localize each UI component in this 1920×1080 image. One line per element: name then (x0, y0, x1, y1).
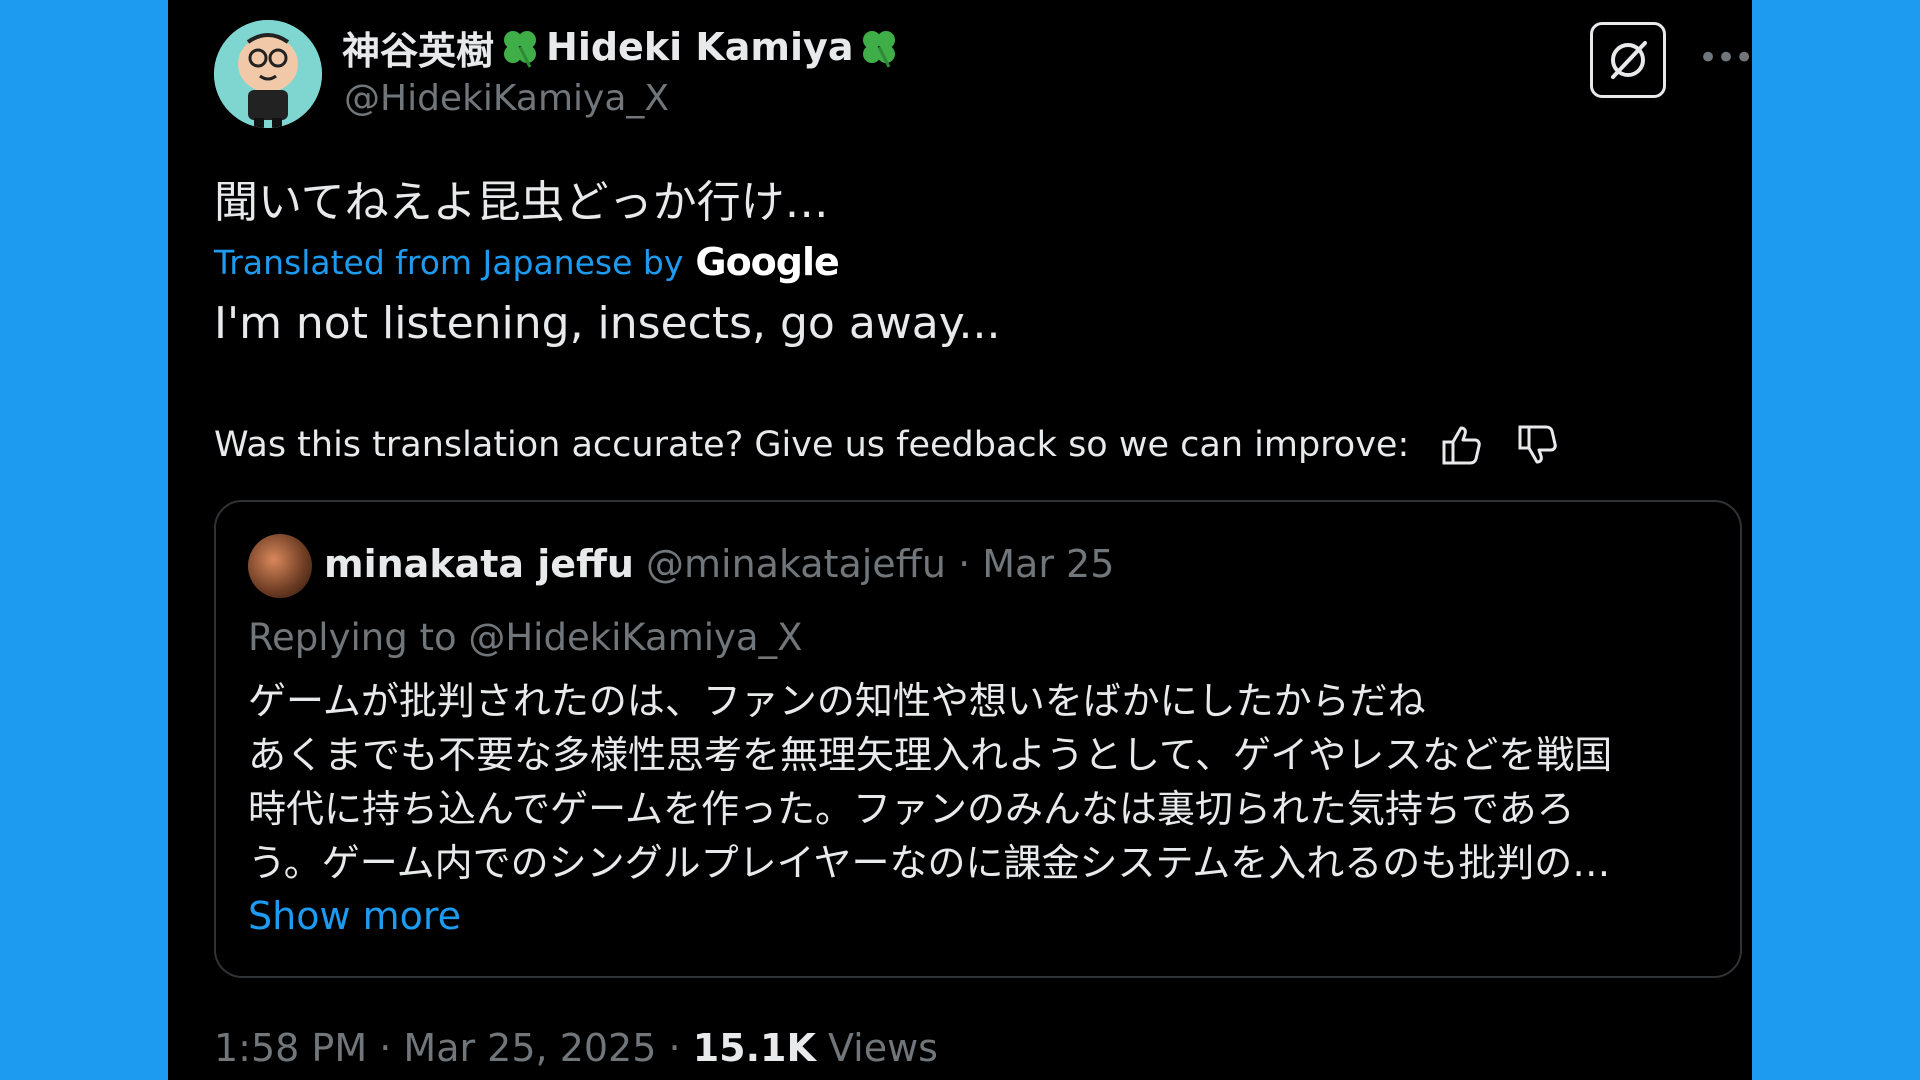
views-count: 15.1K (692, 1026, 816, 1070)
quote-body: ゲームが批判されたのは、ファンの知性や想いをばかにしたからだね あくまでも不要な… (248, 674, 1718, 890)
quote-body-line: 時代に持ち込んでゲームを作った。ファンのみんなは裏切られた気持ちであろ (248, 787, 1575, 831)
author-avatar[interactable] (214, 20, 322, 128)
quoted-tweet-card[interactable]: minakata jeffu @minakatajeffu · Mar 25 R… (214, 500, 1742, 978)
google-logo: Google (695, 240, 839, 284)
quote-body-line: あくまでも不要な多様性思考を無理矢理入れようとして、ゲイやレスなどを戦国 (248, 733, 1613, 777)
quote-date[interactable]: Mar 25 (982, 542, 1114, 586)
quote-header: minakata jeffu @minakatajeffu · Mar 25 (324, 542, 1114, 586)
grok-icon (1611, 41, 1647, 79)
author-name-latin: Hideki Kamiya (546, 25, 854, 69)
grok-button[interactable] (1590, 22, 1666, 98)
quote-body-line: う。ゲーム内でのシングルプレイヤーなのに課金システムを入れるのも批判の… (248, 841, 1611, 885)
show-more-link[interactable]: Show more (248, 894, 461, 938)
quote-author-handle[interactable]: @minakatajeffu (646, 542, 946, 586)
thumbs-down-icon[interactable] (1515, 422, 1561, 468)
author-name-japanese: 神谷英樹 (342, 28, 495, 73)
more-icon: ••• (1698, 38, 1754, 78)
translation-feedback: Was this translation accurate? Give us f… (214, 422, 1561, 468)
quote-replying-to[interactable]: Replying to @HidekiKamiya_X (248, 616, 802, 659)
thumbs-up-icon[interactable] (1439, 422, 1485, 468)
footer-separator: · (379, 1026, 392, 1070)
tweet-translation: I'm not listening, insects, go away... (214, 298, 1001, 349)
quote-author-avatar[interactable] (248, 534, 312, 598)
footer-separator: · (668, 1026, 681, 1070)
translated-from-label[interactable]: Translated from Japanese by (214, 243, 683, 282)
feedback-prompt: Was this translation accurate? Give us f… (214, 425, 1410, 465)
translation-attribution: Translated from Japanese by Google (214, 240, 840, 284)
author-display-name[interactable]: 神谷英樹 Hideki Kamiya (342, 22, 901, 73)
quote-separator: · (958, 542, 971, 586)
quote-author-name[interactable]: minakata jeffu (324, 542, 634, 586)
tweet-time[interactable]: 1:58 PM (214, 1026, 367, 1070)
tweet-panel: 神谷英樹 Hideki Kamiya @HidekiKamiya_X ••• 聞… (168, 0, 1754, 1080)
more-button[interactable]: ••• (1698, 38, 1754, 86)
tweet-original-text: 聞いてねえよ昆虫どっか行け… (214, 177, 829, 228)
four-leaf-clover-icon (863, 31, 896, 68)
tweet-footer: 1:58 PM · Mar 25, 2025 · 15.1K Views (214, 1026, 938, 1070)
views-label: Views (827, 1026, 938, 1070)
quote-body-line: ゲームが批判されたのは、ファンの知性や想いをばかにしたからだね (248, 679, 1426, 723)
four-leaf-clover-icon (504, 31, 537, 68)
author-handle[interactable]: @HidekiKamiya_X (344, 78, 669, 119)
tweet-date[interactable]: Mar 25, 2025 (403, 1026, 656, 1070)
